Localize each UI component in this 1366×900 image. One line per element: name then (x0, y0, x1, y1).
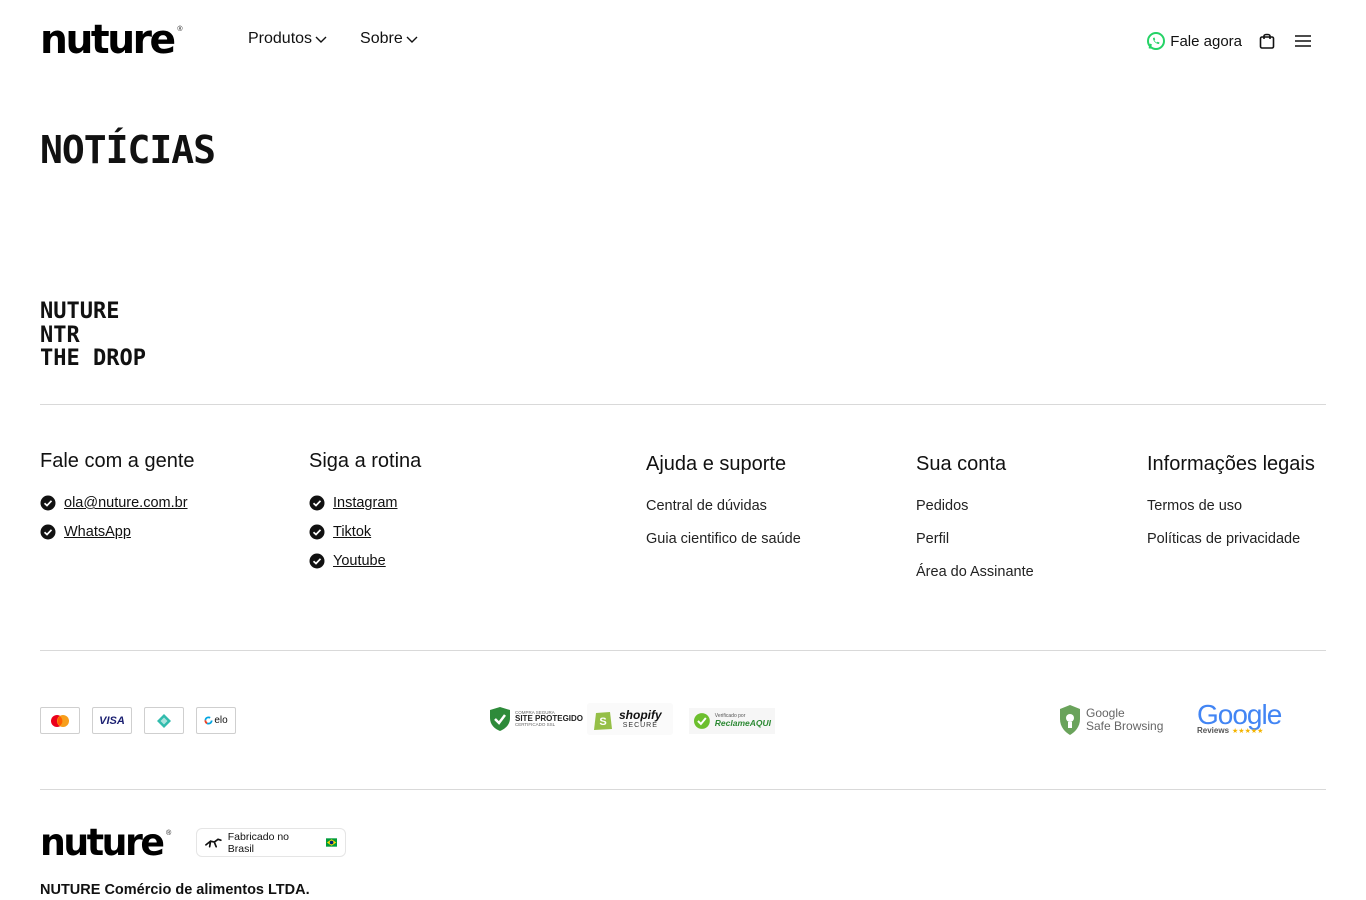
visa-badge: VISA (92, 707, 132, 734)
nav-produtos-label: Produtos (248, 30, 313, 47)
shopping-bag-icon (1259, 33, 1275, 49)
registered-mark: ® (177, 26, 183, 33)
shopify-secure-seal: S shopify SECURE (587, 703, 673, 735)
rating-stars-icon: ★★★★★ (1232, 727, 1264, 735)
footer-divider (40, 404, 1326, 405)
nav-produtos[interactable]: Produtos (248, 30, 328, 48)
check-badge-icon (40, 495, 56, 511)
shopify-text: shopify (619, 708, 662, 723)
visa-icon: VISA (99, 714, 125, 727)
brand-the-drop[interactable]: THE DROP (40, 347, 146, 371)
email-link[interactable]: ola@nuture.com.br (64, 495, 188, 511)
tiktok-link[interactable]: Tiktok (333, 524, 371, 540)
header-actions: Fale agora (1146, 30, 1314, 52)
elo-badge: elo (196, 707, 236, 734)
footer-logo[interactable]: nuture ® (40, 824, 171, 861)
check-badge-icon (309, 553, 325, 569)
site-protected-seal: COMPRA SEGURA SITE PROTEGIDO CERTIFICADO… (489, 706, 583, 732)
orders-link[interactable]: Pedidos (916, 498, 1034, 514)
terms-link[interactable]: Termos de uso (1147, 498, 1315, 514)
col-title: Informações legais (1147, 453, 1315, 475)
privacy-link[interactable]: Políticas de privacidade (1147, 531, 1315, 547)
runner-icon (205, 837, 222, 848)
talk-now-button[interactable]: Fale agora (1146, 31, 1242, 51)
google-reviews-seal: Google Reviews ★★★★★ (1197, 699, 1282, 735)
page-title: NOTÍCIAS (40, 128, 216, 172)
social-tiktok-item: Tiktok (309, 524, 421, 540)
main-nav: Produtos Sobre (248, 30, 419, 48)
col-title: Sua conta (916, 453, 1007, 475)
footer-divider (40, 650, 1326, 651)
seal-sub-text: CERTIFICADO SSL (515, 722, 556, 727)
google-reviews-logo: Google (1197, 699, 1282, 730)
mastercard-icon (51, 714, 69, 727)
svg-text:S: S (599, 716, 606, 728)
mastercard-badge (40, 707, 80, 734)
youtube-link[interactable]: Youtube (333, 553, 386, 569)
col-title: Fale com a gente (40, 450, 195, 472)
health-guide-link[interactable]: Guia cientifico de saúde (646, 531, 801, 547)
cart-button[interactable] (1256, 30, 1278, 52)
brand-ntr[interactable]: NTR (40, 323, 146, 348)
verified-check-icon (693, 713, 710, 729)
check-badge-icon (309, 495, 325, 511)
chevron-down-icon (406, 36, 418, 43)
made-in-text: Fabricado no Brasil (227, 830, 290, 855)
shopify-secure-text: SECURE (622, 721, 658, 729)
contact-whatsapp-item: WhatsApp (40, 524, 195, 540)
logo-text: nuture (40, 17, 176, 63)
nav-sobre[interactable]: Sobre (360, 30, 419, 48)
whatsapp-link[interactable]: WhatsApp (64, 524, 131, 540)
elo-icon: elo (204, 715, 228, 726)
brand-list: NUTURE NTR THE DROP (40, 300, 146, 371)
pix-icon (157, 713, 171, 728)
check-badge-icon (40, 524, 56, 540)
brand-nuture[interactable]: NUTURE (40, 300, 146, 324)
footer-col-contact: Fale com a gente ola@nuture.com.br Whats… (40, 450, 195, 553)
faq-link[interactable]: Central de dúvidas (646, 498, 801, 514)
contact-email-item: ola@nuture.com.br (40, 495, 195, 511)
hamburger-menu-icon (1295, 35, 1311, 47)
whatsapp-icon (1147, 32, 1166, 50)
shield-check-icon (490, 707, 510, 731)
shopify-bag-icon: S (594, 712, 612, 730)
footer-col-help: Ajuda e suporte Central de dúvidas Guia … (646, 453, 801, 564)
nav-sobre-label: Sobre (360, 30, 403, 47)
elo-label: elo (214, 715, 228, 726)
check-badge-icon (309, 524, 325, 540)
registered-mark: ® (166, 830, 172, 837)
reclame-text: ReclameAQUI (714, 718, 771, 729)
footer-col-account: Sua conta Pedidos Perfil Área do Assinan… (916, 453, 1034, 597)
social-instagram-item: Instagram (309, 495, 421, 511)
shield-icon (1060, 705, 1080, 735)
social-youtube-item: Youtube (309, 553, 421, 569)
col-title: Ajuda e suporte (646, 453, 787, 475)
instagram-link[interactable]: Instagram (333, 495, 397, 511)
subscriber-area-link[interactable]: Área do Assinante (916, 564, 1034, 580)
reclame-aqui-seal: Verificado por ReclameAQUI (689, 708, 775, 734)
company-name: NUTURE Comércio de alimentos LTDA. (40, 882, 310, 898)
col-title: Siga a rotina (309, 450, 422, 472)
pix-badge (144, 707, 184, 734)
chevron-down-icon (315, 36, 327, 43)
menu-button[interactable] (1292, 30, 1314, 52)
talk-now-label: Fale agora (1170, 32, 1242, 50)
made-in-brazil-badge: Fabricado no Brasil (196, 828, 346, 857)
profile-link[interactable]: Perfil (916, 531, 1034, 547)
footer-divider (40, 789, 1326, 790)
nuture-logo[interactable]: nuture ® (40, 20, 183, 60)
footer-logo-text: nuture (40, 821, 165, 864)
google-safe-browsing-seal: Google Safe Browsing (1059, 704, 1163, 736)
brazil-flag-icon (325, 838, 337, 847)
site-header: nuture ® Produtos Sobre Fale agora (0, 0, 1366, 82)
safe-browsing-text: Safe Browsing (1086, 719, 1164, 733)
reviews-text: Reviews (1197, 726, 1230, 735)
footer-col-social: Siga a rotina Instagram Tiktok Youtube (309, 450, 421, 582)
footer-col-legal: Informações legais Termos de uso Polític… (1147, 453, 1315, 564)
